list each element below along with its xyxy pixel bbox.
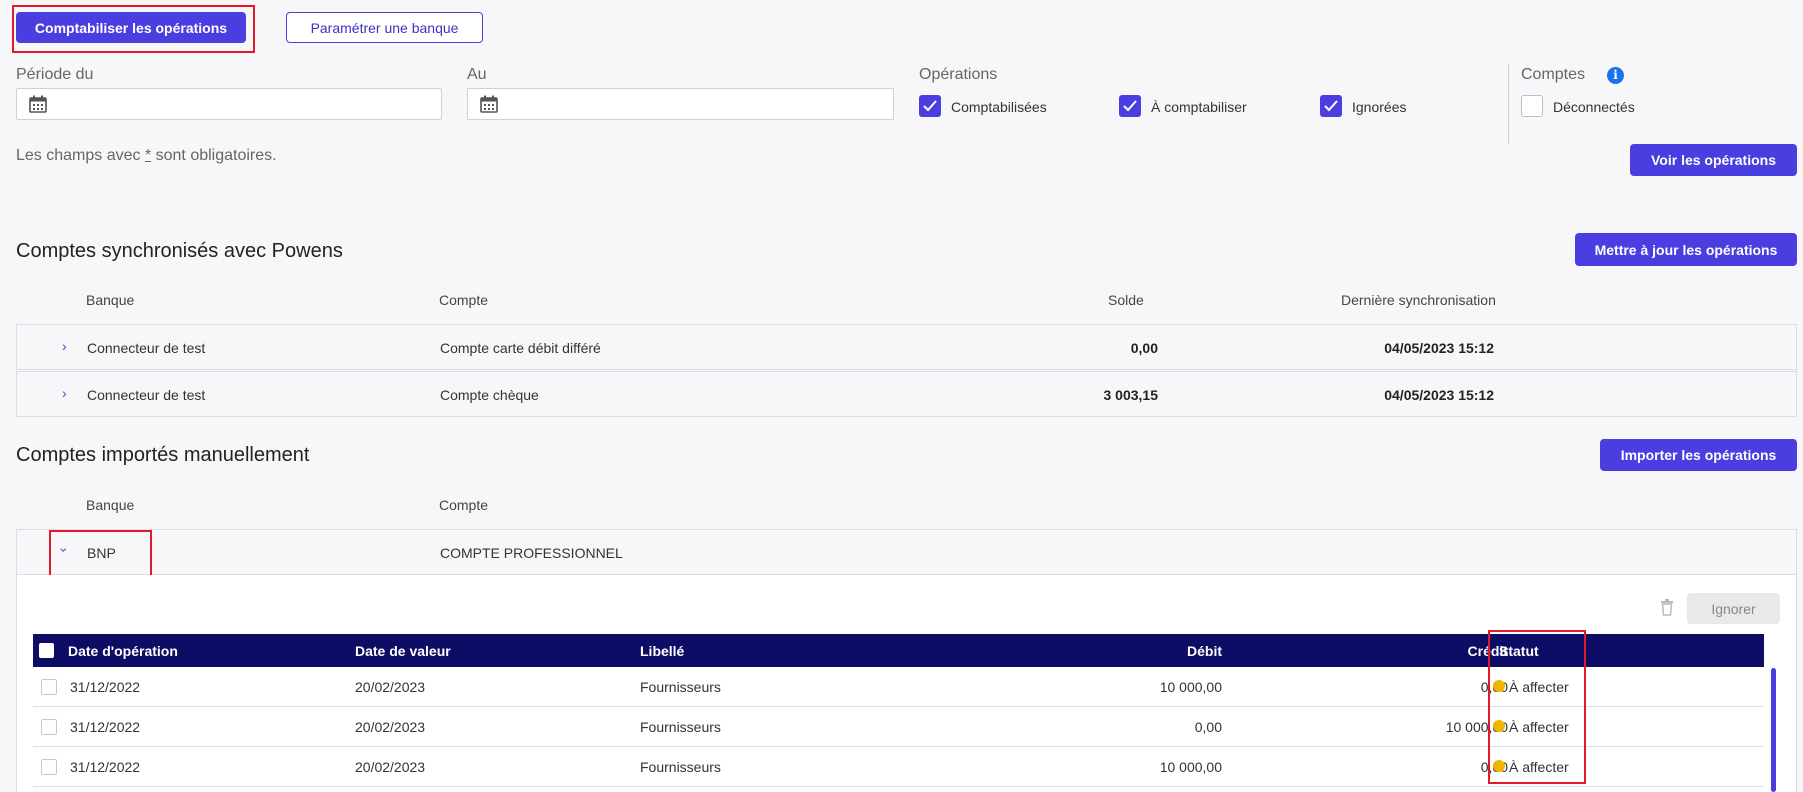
- configure-bank-button[interactable]: Paramétrer une banque: [286, 12, 483, 43]
- select-all-checkbox[interactable]: [39, 643, 54, 658]
- period-to-label: Au: [467, 66, 487, 83]
- th-op-date[interactable]: Date d'opération: [68, 643, 178, 659]
- col-head-bank: Banque: [86, 497, 135, 513]
- col-head-account: Compte: [439, 497, 489, 513]
- check-icon: [923, 100, 937, 112]
- cell-value-date: 20/02/2023: [355, 759, 426, 775]
- cell-op-date: 31/12/2022: [70, 719, 141, 735]
- col-head-account: Compte: [439, 292, 489, 308]
- trash-icon[interactable]: [1660, 599, 1674, 616]
- filter-divider: [1508, 64, 1509, 144]
- synced-account-row[interactable]: › Connecteur de test Compte carte débit …: [16, 324, 1797, 370]
- disconnected-checkbox[interactable]: [1521, 95, 1543, 117]
- accounts-label: Comptes: [1521, 66, 1586, 83]
- manual-section-title: Comptes importés manuellement: [16, 444, 310, 466]
- th-value-date[interactable]: Date de valeur: [355, 643, 451, 659]
- row-checkbox[interactable]: [41, 719, 57, 735]
- ignored-label: Ignorées: [1352, 99, 1407, 115]
- row-checkbox[interactable]: [41, 759, 57, 775]
- last-sync: 04/05/2023 15:12: [1384, 340, 1494, 356]
- col-head-bank: Banque: [86, 292, 135, 308]
- account-name: Compte carte débit différé: [440, 340, 601, 356]
- cell-debit: 0,00: [1194, 719, 1222, 735]
- ignore-button[interactable]: Ignorer: [1687, 593, 1780, 624]
- col-head-balance: Solde: [1108, 292, 1144, 308]
- cell-op-date: 31/12/2022: [70, 679, 141, 695]
- cell-label: Fournisseurs: [640, 719, 721, 735]
- required-note-prefix: Les champs avec: [16, 147, 145, 164]
- operations-label: Opérations: [919, 66, 998, 83]
- last-sync: 04/05/2023 15:12: [1384, 387, 1494, 403]
- check-icon: [1324, 100, 1338, 112]
- synced-account-row[interactable]: › Connecteur de test Compte chèque 3 003…: [16, 371, 1797, 417]
- cell-op-date: 31/12/2022: [70, 759, 141, 775]
- calendar-icon[interactable]: [29, 95, 47, 113]
- posted-label: Comptabilisées: [951, 99, 1047, 115]
- calendar-icon[interactable]: [480, 95, 498, 113]
- cell-value-date: 20/02/2023: [355, 679, 426, 695]
- bank-name: Connecteur de test: [87, 340, 206, 356]
- col-head-last-sync: Dernière synchronisation: [1341, 292, 1496, 308]
- period-to-input[interactable]: [467, 88, 894, 120]
- account-name: COMPTE PROFESSIONNEL: [440, 545, 623, 561]
- highlight-status-column: [1488, 630, 1586, 784]
- cell-value-date: 20/02/2023: [355, 719, 426, 735]
- chevron-right-icon[interactable]: ›: [62, 338, 67, 354]
- check-icon: [1123, 100, 1137, 112]
- to-post-checkbox[interactable]: [1119, 95, 1141, 117]
- account-balance: 3 003,15: [1103, 387, 1159, 403]
- period-from-input[interactable]: [16, 88, 442, 120]
- row-checkbox[interactable]: [41, 679, 57, 695]
- view-operations-button[interactable]: Voir les opérations: [1630, 144, 1797, 176]
- update-operations-button[interactable]: Mettre à jour les opérations: [1575, 233, 1797, 266]
- cell-label: Fournisseurs: [640, 679, 721, 695]
- import-operations-button[interactable]: Importer les opérations: [1600, 439, 1797, 471]
- bank-name: Connecteur de test: [87, 387, 206, 403]
- cell-label: Fournisseurs: [640, 759, 721, 775]
- cell-debit: 10 000,00: [1159, 679, 1222, 695]
- highlight-bnp-row: [49, 530, 152, 580]
- period-from-label: Période du: [16, 66, 94, 83]
- posted-checkbox[interactable]: [919, 95, 941, 117]
- manual-account-row[interactable]: › BNP COMPTE PROFESSIONNEL: [16, 529, 1797, 575]
- to-post-label: À comptabiliser: [1151, 99, 1247, 115]
- info-icon[interactable]: i: [1607, 67, 1624, 84]
- cell-debit: 10 000,00: [1159, 759, 1222, 775]
- disconnected-label: Déconnectés: [1553, 99, 1635, 115]
- table-scrollbar[interactable]: [1771, 668, 1776, 792]
- ignored-checkbox[interactable]: [1320, 95, 1342, 117]
- required-note-suffix: sont obligatoires.: [151, 147, 277, 164]
- required-note: Les champs avec * sont obligatoires.: [16, 147, 277, 165]
- account-balance: 0,00: [1130, 340, 1158, 356]
- th-label[interactable]: Libellé: [640, 643, 684, 659]
- th-debit[interactable]: Débit: [1187, 643, 1222, 659]
- chevron-right-icon[interactable]: ›: [62, 385, 67, 401]
- synced-section-title: Comptes synchronisés avec Powens: [16, 240, 343, 262]
- highlight-post-button: [12, 5, 255, 53]
- account-name: Compte chèque: [440, 387, 539, 403]
